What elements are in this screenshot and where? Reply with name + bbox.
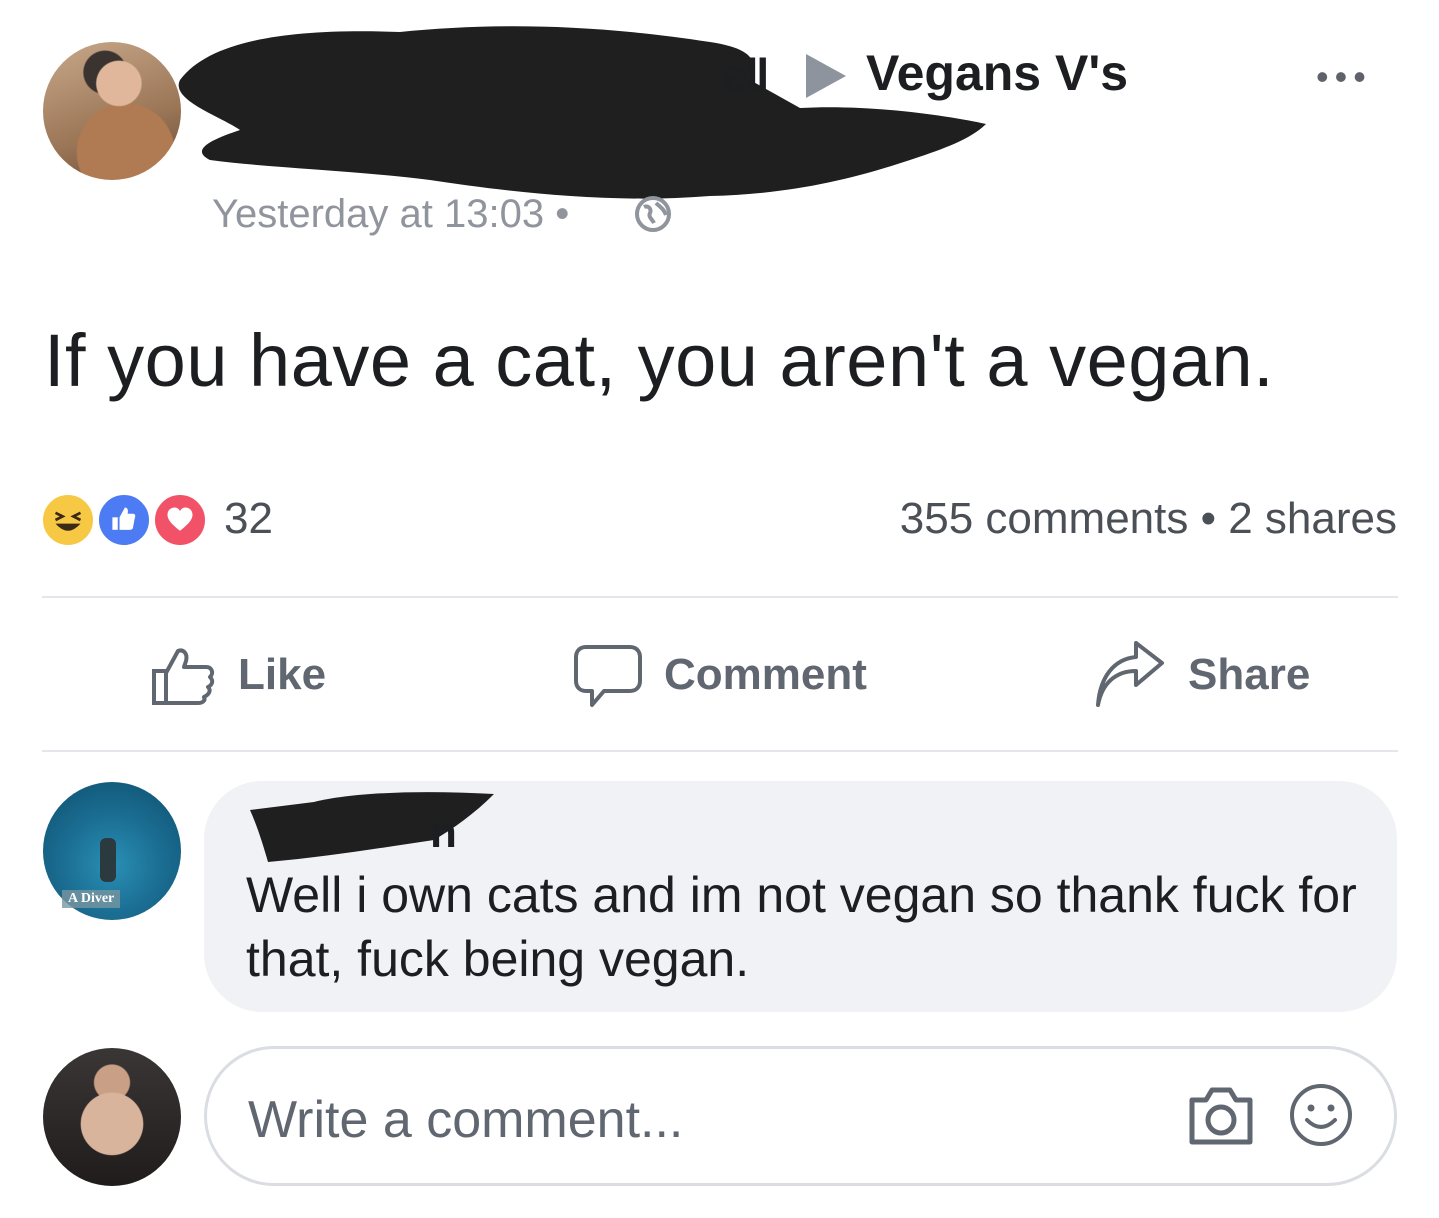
divider bbox=[42, 750, 1398, 752]
share-button[interactable]: Share bbox=[1094, 640, 1310, 710]
divider bbox=[42, 596, 1398, 598]
post-timestamp[interactable]: Yesterday at 13:03 • bbox=[212, 192, 569, 237]
share-label: Share bbox=[1188, 650, 1311, 699]
like-icon[interactable] bbox=[96, 492, 152, 548]
thumbs-up-icon bbox=[152, 648, 215, 705]
comment-button[interactable]: Comment bbox=[574, 640, 867, 710]
commenter-name-visible[interactable]: n bbox=[430, 808, 457, 858]
reaction-count[interactable]: 32 bbox=[224, 494, 273, 544]
avatar-caption: A Diver bbox=[62, 890, 121, 908]
author-name-visible[interactable]: ell bbox=[722, 48, 769, 102]
comments-shares-count[interactable]: 355 comments • 2 shares bbox=[900, 494, 1397, 544]
post-text: If you have a cat, you aren't a vegan. bbox=[44, 319, 1275, 402]
group-name[interactable]: Vegans V's bbox=[866, 44, 1128, 102]
love-icon[interactable] bbox=[152, 492, 208, 548]
like-button[interactable]: Like bbox=[148, 640, 326, 710]
redaction-mark bbox=[250, 792, 494, 862]
more-options-icon[interactable]: ••• bbox=[1316, 56, 1372, 98]
emoji-icon[interactable] bbox=[1288, 1082, 1354, 1148]
diver-figure bbox=[100, 838, 116, 882]
speech-bubble-icon bbox=[574, 645, 642, 707]
like-label: Like bbox=[238, 650, 327, 699]
current-user-avatar bbox=[43, 1048, 181, 1186]
redaction-mark bbox=[178, 26, 986, 199]
camera-icon[interactable] bbox=[1186, 1084, 1256, 1148]
arrow-right-icon bbox=[806, 54, 846, 98]
share-arrow-icon bbox=[1096, 641, 1164, 707]
comment-text: Well i own cats and im not vegan so than… bbox=[246, 867, 1357, 987]
haha-icon[interactable] bbox=[40, 492, 96, 548]
globe-icon bbox=[635, 196, 671, 232]
comment-label: Comment bbox=[664, 650, 867, 699]
comment-input-placeholder[interactable]: Write a comment... bbox=[248, 1090, 683, 1150]
